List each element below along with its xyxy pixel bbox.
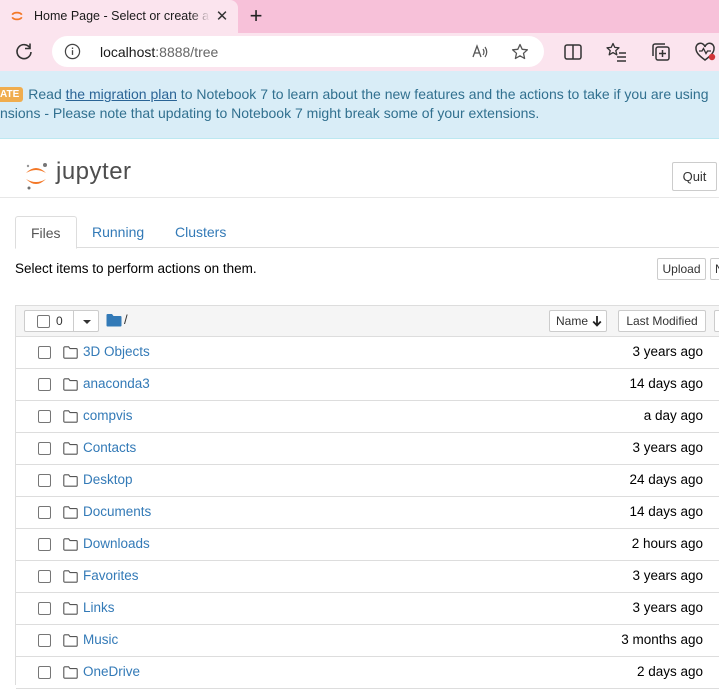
file-name-link[interactable]: Music [83, 632, 118, 647]
select-all-checkbox[interactable] [37, 315, 50, 328]
new-tab-icon[interactable]: + [245, 5, 267, 27]
file-name-link[interactable]: compvis [83, 408, 133, 423]
row-checkbox[interactable] [38, 378, 51, 391]
folder-icon [63, 602, 78, 615]
notice-line-1: ATE Read the migration plan to Notebook 7… [0, 86, 709, 102]
folder-icon [63, 474, 78, 487]
folder-icon [63, 666, 78, 679]
last-modified-text: 3 years ago [632, 440, 703, 455]
row-checkbox[interactable] [38, 346, 51, 359]
file-name-link[interactable]: 3D Objects [83, 344, 150, 359]
favorite-star-icon[interactable] [510, 42, 530, 62]
folder-icon [63, 506, 78, 519]
last-modified-text: 24 days ago [629, 472, 703, 487]
migration-notice: ATE Read the migration plan to Notebook 7… [0, 71, 719, 139]
tab-clusters[interactable]: Clusters [160, 216, 241, 248]
browser-tab-home[interactable]: Home Page - Select or create a notebook … [0, 0, 238, 33]
last-modified-text: 3 years ago [632, 344, 703, 359]
row-checkbox[interactable] [38, 634, 51, 647]
file-name-link[interactable]: Documents [83, 504, 151, 519]
folder-icon [63, 538, 78, 551]
table-row[interactable]: OneDrive 2 days ago [16, 657, 719, 689]
jupyter-wordmark: jupyter [56, 158, 132, 185]
browser-essentials-icon[interactable] [693, 40, 717, 64]
select-all-control[interactable]: 0 [24, 310, 99, 332]
row-checkbox[interactable] [38, 666, 51, 679]
table-row[interactable]: Contacts 3 years ago [16, 433, 719, 465]
breadcrumb-path: / [124, 312, 128, 327]
last-modified-text: 3 years ago [632, 568, 703, 583]
file-name-link[interactable]: Favorites [83, 568, 139, 583]
file-name-link[interactable]: Contacts [83, 440, 136, 455]
select-menu-caret-icon[interactable] [73, 311, 99, 331]
update-badge: ATE [0, 87, 24, 102]
address-bar[interactable]: localhost:8888/tree [52, 36, 544, 67]
last-modified-text: 3 years ago [632, 600, 703, 615]
sort-by-name-button[interactable]: Name [549, 310, 607, 332]
read-aloud-icon[interactable] [470, 42, 490, 62]
reload-icon[interactable] [12, 40, 36, 64]
folder-home-icon[interactable] [106, 313, 122, 327]
table-row[interactable]: Favorites 3 years ago [16, 561, 719, 593]
folder-icon [63, 570, 78, 583]
jupyter-favicon-icon [11, 11, 23, 21]
dashboard-tabs: Files Running Clusters [15, 216, 719, 249]
row-checkbox[interactable] [38, 410, 51, 423]
table-row[interactable]: compvis a day ago [16, 401, 719, 433]
arrow-down-icon [592, 316, 602, 327]
file-list-header: 0 / Name Last Modified [16, 306, 719, 337]
instructions-text: Select items to perform actions on them. [15, 261, 257, 276]
file-name-link[interactable]: Links [83, 600, 115, 615]
favorites-list-icon[interactable] [605, 40, 629, 64]
tab-running[interactable]: Running [77, 216, 159, 248]
migration-plan-link[interactable]: the migration plan [66, 86, 177, 102]
jupyter-logo-icon [26, 163, 47, 190]
quit-button[interactable]: Quit [672, 162, 717, 191]
row-checkbox[interactable] [38, 506, 51, 519]
close-tab-icon[interactable]: ✕ [214, 9, 230, 25]
last-modified-text: 2 hours ago [631, 536, 703, 551]
sort-by-modified-button[interactable]: Last Modified [618, 310, 706, 332]
split-screen-icon[interactable] [561, 40, 585, 64]
browser-tabstrip: Home Page - Select or create a notebook … [0, 0, 719, 33]
browser-toolbar: localhost:8888/tree [0, 33, 719, 71]
last-modified-text: 3 months ago [621, 632, 703, 647]
jupyter-logo[interactable]: jupyter [24, 158, 134, 191]
table-row[interactable]: anaconda3 14 days ago [16, 369, 719, 401]
folder-icon [63, 346, 78, 359]
file-name-link[interactable]: anaconda3 [83, 376, 150, 391]
row-checkbox[interactable] [38, 442, 51, 455]
jupyter-header: jupyter Quit [0, 140, 719, 198]
folder-icon [63, 634, 78, 647]
tab-files[interactable]: Files [15, 216, 77, 249]
last-modified-text: a day ago [643, 408, 703, 423]
file-list: 0 / Name Last Modified 3D Objects 3 years… [15, 305, 719, 689]
folder-icon [63, 442, 78, 455]
file-name-link[interactable]: Downloads [83, 536, 150, 551]
folder-icon [63, 378, 78, 391]
last-modified-text: 14 days ago [629, 504, 703, 519]
row-checkbox[interactable] [38, 538, 51, 551]
table-row[interactable]: Music 3 months ago [16, 625, 719, 657]
site-info-icon[interactable] [64, 43, 81, 60]
upload-button[interactable]: Upload [657, 258, 706, 280]
selected-count: 0 [56, 314, 63, 328]
browser-tab-title: Home Page - Select or create a notebook [34, 9, 210, 23]
table-row[interactable]: Links 3 years ago [16, 593, 719, 625]
file-name-link[interactable]: Desktop [83, 472, 133, 487]
table-row[interactable]: 3D Objects 3 years ago [16, 337, 719, 369]
row-checkbox[interactable] [38, 570, 51, 583]
collections-icon[interactable] [649, 40, 673, 64]
folder-icon [63, 410, 78, 423]
row-checkbox[interactable] [38, 474, 51, 487]
url-text[interactable]: localhost:8888/tree [100, 44, 218, 60]
new-button[interactable]: N [710, 258, 719, 280]
row-checkbox[interactable] [38, 602, 51, 615]
table-row[interactable]: Downloads 2 hours ago [16, 529, 719, 561]
table-row[interactable]: Documents 14 days ago [16, 497, 719, 529]
last-modified-text: 14 days ago [629, 376, 703, 391]
notice-line-2: nsions - Please note that updating to No… [0, 105, 540, 121]
sort-by-size-button[interactable] [714, 310, 719, 332]
table-row[interactable]: Desktop 24 days ago [16, 465, 719, 497]
